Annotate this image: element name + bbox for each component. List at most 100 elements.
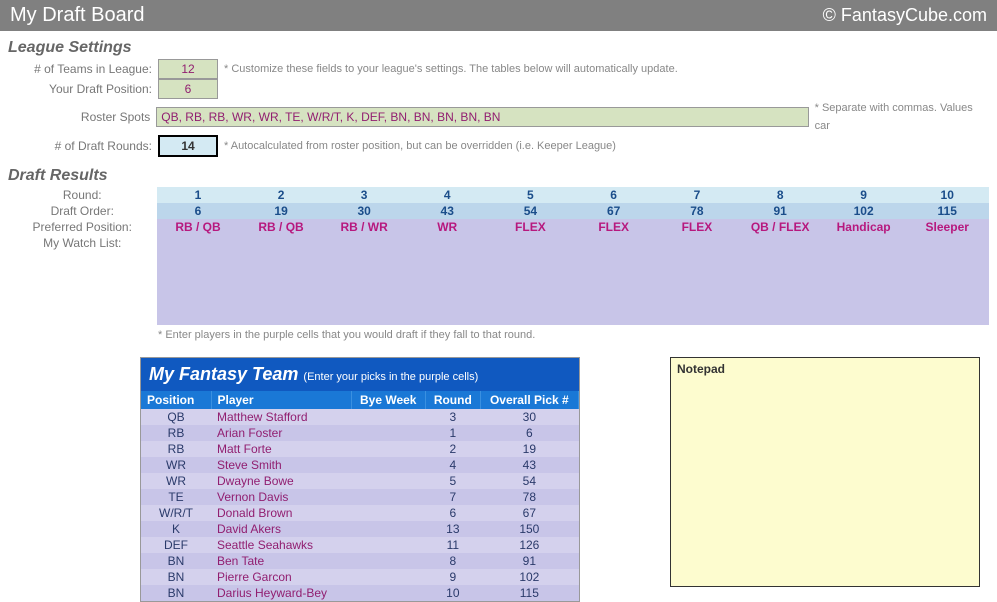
round-cell: 9 — [822, 187, 906, 203]
round-cell: 2 — [240, 187, 323, 203]
cell-player[interactable]: Seattle Seahawks — [211, 537, 351, 553]
cell-position: RB — [141, 425, 211, 441]
cell-bye — [351, 569, 425, 585]
cell-player[interactable]: Pierre Garcon — [211, 569, 351, 585]
watch-cell[interactable] — [489, 235, 572, 325]
cell-pick: 150 — [480, 521, 578, 537]
table-row: RBMatt Forte219 — [141, 441, 579, 457]
cell-pick: 54 — [480, 473, 578, 489]
input-teams[interactable]: 12 — [158, 59, 218, 79]
cell-player[interactable]: Matthew Stafford — [211, 409, 351, 425]
pref-cell[interactable]: FLEX — [655, 219, 738, 235]
watch-cell[interactable] — [739, 235, 822, 325]
label-watch: My Watch List: — [8, 235, 157, 325]
pref-cell[interactable]: Sleeper — [905, 219, 989, 235]
cell-player[interactable]: Darius Heyward-Bey — [211, 585, 351, 601]
table-row: BNBen Tate891 — [141, 553, 579, 569]
round-cell: 4 — [406, 187, 489, 203]
cell-player[interactable]: Vernon Davis — [211, 489, 351, 505]
watch-cell[interactable] — [157, 235, 240, 325]
round-cell: 7 — [655, 187, 738, 203]
col-player: Player — [211, 391, 351, 409]
cell-bye — [351, 425, 425, 441]
cell-round: 1 — [425, 425, 480, 441]
watch-cell[interactable] — [240, 235, 323, 325]
watch-cell[interactable] — [572, 235, 655, 325]
cell-player[interactable]: Ben Tate — [211, 553, 351, 569]
round-cell: 1 — [157, 187, 240, 203]
cell-player[interactable]: Donald Brown — [211, 505, 351, 521]
cell-bye — [351, 553, 425, 569]
label-pref: Preferred Position: — [8, 219, 157, 235]
row-roster: Roster Spots QB, RB, RB, WR, WR, TE, W/R… — [8, 99, 989, 135]
label-round: Round: — [8, 187, 157, 203]
cell-pick: 102 — [480, 569, 578, 585]
table-row: DEFSeattle Seahawks11126 — [141, 537, 579, 553]
pref-cell[interactable]: FLEX — [489, 219, 572, 235]
cell-round: 7 — [425, 489, 480, 505]
label-order: Draft Order: — [8, 203, 157, 219]
input-position[interactable]: 6 — [158, 79, 218, 99]
table-row: WRDwayne Bowe554 — [141, 473, 579, 489]
col-bye: Bye Week — [351, 391, 425, 409]
league-settings: League Settings # of Teams in League: 12… — [0, 31, 997, 159]
cell-pick: 126 — [480, 537, 578, 553]
input-rounds[interactable]: 14 — [158, 135, 218, 157]
draft-title: Draft Results — [8, 167, 989, 185]
cell-player[interactable]: Steve Smith — [211, 457, 351, 473]
pref-cell[interactable]: QB / FLEX — [739, 219, 822, 235]
round-cell: 3 — [323, 187, 406, 203]
watch-cell[interactable] — [406, 235, 489, 325]
pref-cell[interactable]: FLEX — [572, 219, 655, 235]
cell-position: RB — [141, 441, 211, 457]
cell-player[interactable]: Arian Foster — [211, 425, 351, 441]
cell-player[interactable]: Matt Forte — [211, 441, 351, 457]
order-cell: 43 — [406, 203, 489, 219]
team-sub: (Enter your picks in the purple cells) — [303, 371, 478, 383]
order-cell: 115 — [905, 203, 989, 219]
page-title: My Draft Board — [10, 4, 144, 27]
cell-player[interactable]: David Akers — [211, 521, 351, 537]
cell-bye — [351, 521, 425, 537]
cell-round: 3 — [425, 409, 480, 425]
cell-player[interactable]: Dwayne Bowe — [211, 473, 351, 489]
team-panel: My Fantasy Team (Enter your picks in the… — [140, 357, 580, 602]
cell-round: 13 — [425, 521, 480, 537]
pref-cell[interactable]: RB / WR — [323, 219, 406, 235]
cell-bye — [351, 409, 425, 425]
col-position: Position — [141, 391, 211, 409]
label-rounds: # of Draft Rounds: — [8, 137, 158, 155]
cell-pick: 43 — [480, 457, 578, 473]
input-roster[interactable]: QB, RB, RB, WR, WR, TE, W/R/T, K, DEF, B… — [156, 107, 808, 127]
order-cell: 19 — [240, 203, 323, 219]
cell-bye — [351, 441, 425, 457]
cell-position: BN — [141, 585, 211, 601]
notepad-title: Notepad — [677, 362, 725, 376]
watch-cell[interactable] — [822, 235, 906, 325]
table-row: QBMatthew Stafford330 — [141, 409, 579, 425]
app-header: My Draft Board © FantasyCube.com — [0, 0, 997, 31]
order-cell: 67 — [572, 203, 655, 219]
cell-round: 5 — [425, 473, 480, 489]
table-row: WRSteve Smith443 — [141, 457, 579, 473]
draft-note: * Enter players in the purple cells that… — [158, 329, 989, 341]
cell-pick: 30 — [480, 409, 578, 425]
notepad[interactable]: Notepad — [670, 357, 980, 587]
cell-position: TE — [141, 489, 211, 505]
note-autocalc: * Autocalculated from roster position, b… — [218, 137, 616, 155]
watch-cell[interactable] — [905, 235, 989, 325]
watch-cell[interactable] — [323, 235, 406, 325]
team-table: Position Player Bye Week Round Overall P… — [141, 391, 579, 601]
pref-cell[interactable]: RB / QB — [157, 219, 240, 235]
pref-cell[interactable]: RB / QB — [240, 219, 323, 235]
cell-pick: 78 — [480, 489, 578, 505]
brand-label: © FantasyCube.com — [823, 5, 987, 26]
pref-cell[interactable]: Handicap — [822, 219, 906, 235]
order-cell: 91 — [739, 203, 822, 219]
round-cell: 8 — [739, 187, 822, 203]
cell-pick: 91 — [480, 553, 578, 569]
row-pref-position: Preferred Position: RB / QB RB / QB RB /… — [8, 219, 989, 235]
cell-round: 8 — [425, 553, 480, 569]
watch-cell[interactable] — [655, 235, 738, 325]
pref-cell[interactable]: WR — [406, 219, 489, 235]
